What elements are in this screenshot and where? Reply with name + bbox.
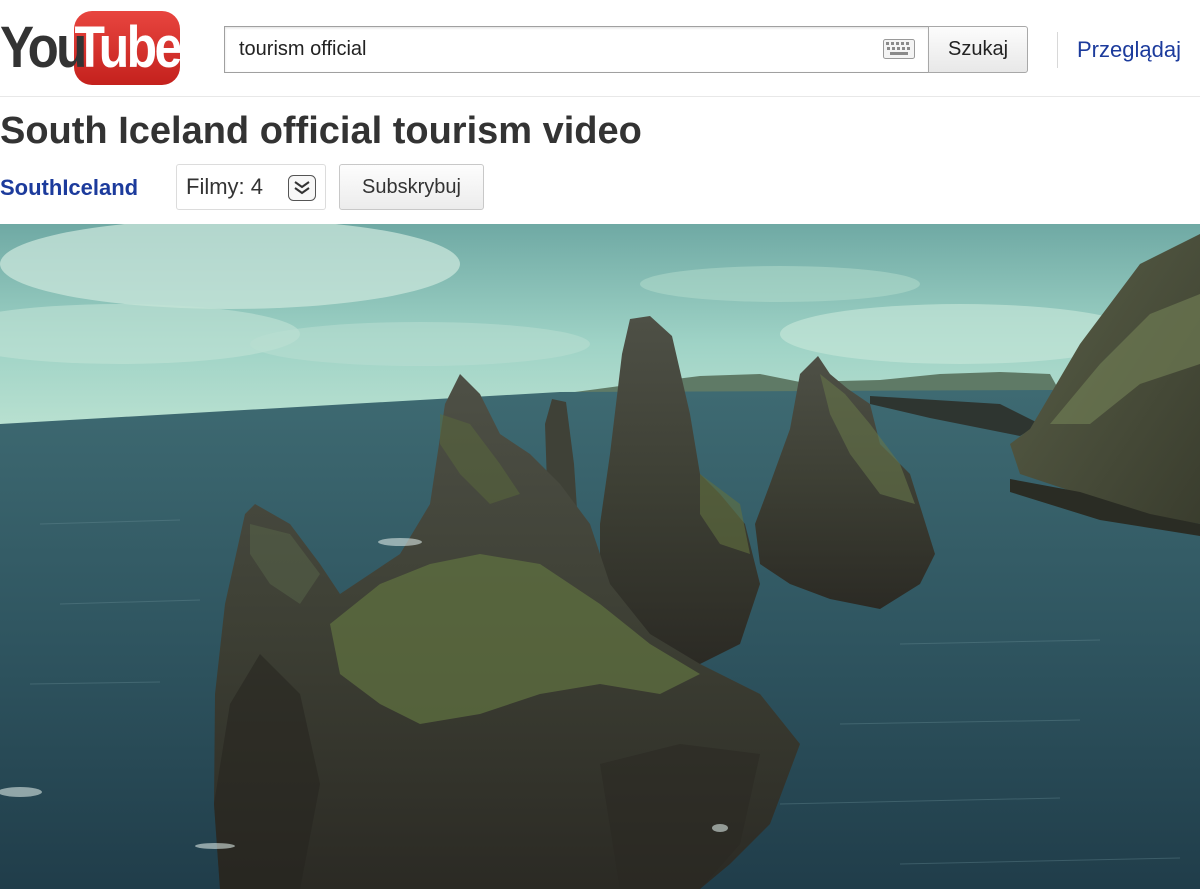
search-button[interactable]: Szukaj — [928, 26, 1028, 73]
subscribe-button[interactable]: Subskrybuj — [339, 164, 484, 210]
youtube-logo[interactable]: You Tube — [0, 10, 182, 86]
channel-videos-dropdown[interactable]: Filmy: 4 — [176, 164, 326, 210]
channel-name-link[interactable]: SouthIceland — [0, 175, 138, 201]
header-divider — [1057, 32, 1058, 68]
video-title: South Iceland official tourism video — [0, 110, 642, 152]
browse-link[interactable]: Przeglądaj — [1077, 37, 1181, 63]
logo-tube-text: Tube — [74, 15, 182, 80]
search-box — [224, 26, 930, 73]
video-frame-image — [0, 224, 1200, 889]
logo-tube-badge: Tube — [74, 11, 182, 85]
logo-you-text: You — [0, 15, 87, 80]
search-input[interactable] — [225, 27, 875, 72]
chevron-double-down-icon — [288, 175, 316, 201]
videos-count-label: Filmy: 4 — [186, 174, 263, 199]
masthead: You Tube Szukaj Przeglądaj — [0, 0, 1200, 97]
video-player[interactable] — [0, 224, 1200, 889]
keyboard-icon[interactable] — [883, 39, 915, 59]
